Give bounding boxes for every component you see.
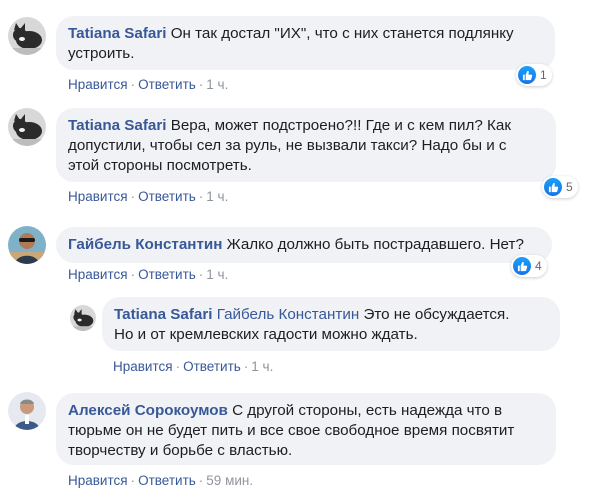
- reaction-count: 5: [566, 180, 573, 194]
- comment-time[interactable]: 1 ч.: [206, 77, 228, 92]
- comment-author[interactable]: Tatiana Safari: [68, 25, 166, 42]
- reply-link[interactable]: Ответить: [183, 359, 241, 374]
- comment-actions: Нравится · Ответить · 59 мин.: [68, 473, 254, 488]
- cat-avatar[interactable]: [8, 108, 46, 146]
- comment-time[interactable]: 1 ч.: [206, 267, 228, 282]
- comment-author[interactable]: Tatiana Safari: [114, 306, 212, 323]
- comment-text: Жалко должно быть пострадавшего. Нет?: [222, 236, 524, 253]
- comment-actions: Нравится · Ответить · 1 ч.: [68, 267, 229, 282]
- thumbs-up-icon: [513, 257, 531, 275]
- man-sunglasses-avatar[interactable]: [8, 226, 46, 264]
- reaction-count-badge[interactable]: 1: [516, 64, 552, 86]
- like-link[interactable]: Нравится: [113, 359, 173, 374]
- like-link[interactable]: Нравится: [68, 77, 128, 92]
- reaction-count-badge[interactable]: 5: [542, 176, 578, 198]
- comment-actions: Нравится · Ответить · 1 ч.: [68, 189, 229, 204]
- thumbs-up-icon: [518, 66, 536, 84]
- comment-author[interactable]: Tatiana Safari: [68, 117, 166, 134]
- mentioned-user[interactable]: Гайбель Константин: [217, 306, 360, 323]
- cat-avatar[interactable]: [8, 17, 46, 55]
- reply-link[interactable]: Ответить: [138, 267, 196, 282]
- reply-link[interactable]: Ответить: [138, 77, 196, 92]
- comment-bubble: Tatiana Safari Гайбель Константин Это не…: [102, 297, 560, 351]
- cat-avatar[interactable]: [70, 305, 96, 331]
- comment-bubble: Алексей Сорокоумов С другой стороны, ест…: [56, 393, 556, 465]
- comment-actions: Нравится · Ответить · 1 ч.: [113, 359, 274, 374]
- reply-link[interactable]: Ответить: [138, 189, 196, 204]
- like-link[interactable]: Нравится: [68, 267, 128, 282]
- comment-time[interactable]: 59 мин.: [206, 473, 253, 488]
- like-link[interactable]: Нравится: [68, 189, 128, 204]
- like-link[interactable]: Нравится: [68, 473, 128, 488]
- comment-bubble: Гайбель Константин Жалко должно быть пос…: [56, 227, 552, 263]
- comment-bubble: Tatiana Safari Вера, может подстроено?!!…: [56, 108, 556, 182]
- comment-author[interactable]: Алексей Сорокоумов: [68, 402, 228, 419]
- reaction-count: 4: [535, 259, 542, 273]
- reply-link[interactable]: Ответить: [138, 473, 196, 488]
- comment-time[interactable]: 1 ч.: [206, 189, 228, 204]
- reaction-count: 1: [540, 68, 547, 82]
- thumbs-up-icon: [544, 178, 562, 196]
- comment-bubble: Tatiana Safari Он так достал "ИХ", что с…: [56, 16, 555, 70]
- comment-time[interactable]: 1 ч.: [251, 359, 273, 374]
- man-avatar[interactable]: [8, 392, 46, 430]
- comment-author[interactable]: Гайбель Константин: [68, 236, 222, 253]
- reaction-count-badge[interactable]: 4: [511, 255, 547, 277]
- comment-actions: Нравится · Ответить · 1 ч.: [68, 77, 229, 92]
